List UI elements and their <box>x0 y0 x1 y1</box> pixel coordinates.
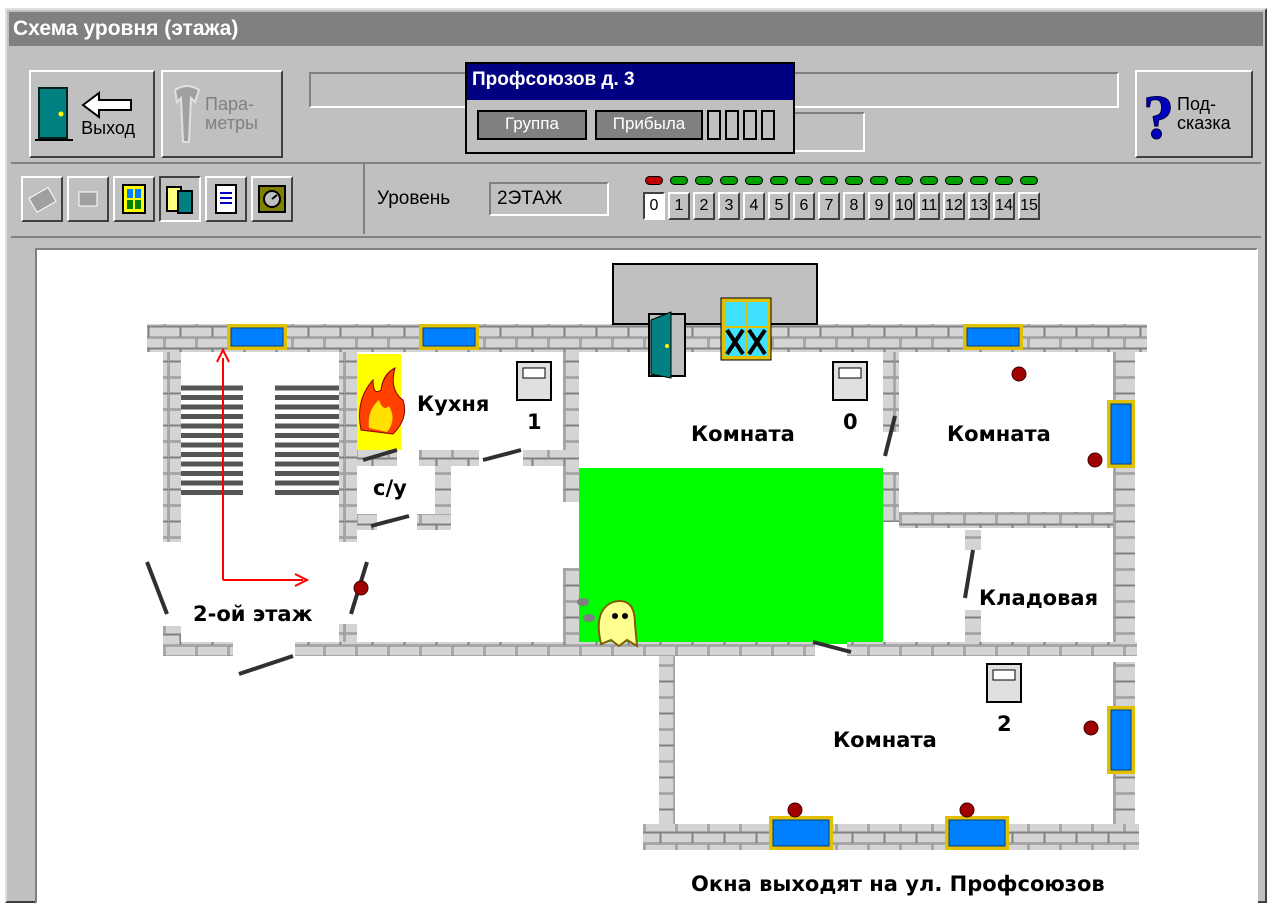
popup-small-button-3[interactable] <box>743 110 757 140</box>
level-button-2[interactable]: 2 <box>693 192 715 220</box>
help-label-2: сказка <box>1177 113 1231 133</box>
level-button-7[interactable]: 7 <box>818 192 840 220</box>
room-label: Комната <box>691 422 795 446</box>
level-button-15[interactable]: 15 <box>1018 192 1040 220</box>
room-label: Комната <box>833 728 937 752</box>
help-button[interactable]: ? Под- сказка <box>1135 70 1253 158</box>
sensors-icon <box>28 186 57 213</box>
window-title: Схема уровня (этажа) <box>9 12 1263 46</box>
parameters-button[interactable]: Пара- метры <box>161 70 283 158</box>
level-label: Уровень <box>377 188 451 209</box>
door-exit-icon <box>35 87 73 141</box>
level-led-9 <box>870 176 888 185</box>
panel-1-label: 1 <box>527 410 542 434</box>
footer-note: Окна выходят на ул. Профсоюзов <box>691 872 1105 896</box>
room-label: Комната <box>947 422 1051 446</box>
level-button-14[interactable]: 14 <box>993 192 1015 220</box>
level-button-0[interactable]: 0 <box>643 192 665 220</box>
arrived-button[interactable]: Прибыла <box>595 110 703 140</box>
level-button-10[interactable]: 10 <box>893 192 915 220</box>
level-led-14 <box>995 176 1013 185</box>
level-led-5 <box>770 176 788 185</box>
object-popup-title: Профсоюзов д. 3 <box>467 64 793 100</box>
divider-2 <box>11 236 1261 238</box>
level-button-9[interactable]: 9 <box>868 192 890 220</box>
exit-button-label: Выход <box>81 117 135 138</box>
kitchen-label: Кухня <box>417 392 490 416</box>
dog-icon <box>78 191 98 207</box>
broken-window-icon <box>720 297 772 361</box>
level-led-3 <box>720 176 738 185</box>
tool-disabled-2-button[interactable] <box>67 176 109 222</box>
safe-lock-icon <box>258 185 286 213</box>
level-button-3[interactable]: 3 <box>718 192 740 220</box>
tool-disabled-1-button[interactable] <box>21 176 63 222</box>
level-button-13[interactable]: 13 <box>968 192 990 220</box>
document-icon <box>215 184 237 214</box>
level-led-7 <box>820 176 838 185</box>
doors-icon <box>166 186 193 214</box>
level-led-8 <box>845 176 863 185</box>
popup-small-button-4[interactable] <box>761 110 775 140</box>
level-button-4[interactable]: 4 <box>743 192 765 220</box>
divider <box>11 162 1261 164</box>
floor-plan-canvas: Кухня 1 с/у 2-ой этаж Комната 0 Комната … <box>35 248 1258 904</box>
level-button-11[interactable]: 11 <box>918 192 940 220</box>
help-label-1: Под- <box>1177 94 1217 114</box>
level-button-5[interactable]: 5 <box>768 192 790 220</box>
level-button-12[interactable]: 12 <box>943 192 965 220</box>
level-led-6 <box>795 176 813 185</box>
popup-small-button-1[interactable] <box>707 110 721 140</box>
popup-small-button-2[interactable] <box>725 110 739 140</box>
exit-button[interactable]: Выход <box>29 70 155 158</box>
floor-label: 2-ой этаж <box>193 602 313 626</box>
level-led-11 <box>920 176 938 185</box>
floor-plan-window: Схема уровня (этажа) Выход Пара- метры ?… <box>5 8 1267 904</box>
tool-window-button[interactable] <box>113 176 155 222</box>
level-led-1 <box>670 176 688 185</box>
panel-2-label: 2 <box>997 712 1012 736</box>
level-led-13 <box>970 176 988 185</box>
parameters-label-2: метры <box>205 113 258 133</box>
tool-document-button[interactable] <box>205 176 247 222</box>
svg-text:?: ? <box>1143 84 1174 146</box>
object-popup: Профсоюзов д. 3 Группа Прибыла <box>465 62 795 154</box>
level-value-field: 2ЭТАЖ <box>489 182 609 216</box>
group-button[interactable]: Группа <box>477 110 587 140</box>
storage-label: Кладовая <box>979 586 1099 610</box>
window-icon <box>122 184 146 214</box>
level-led-4 <box>745 176 763 185</box>
panel-0-label: 0 <box>843 410 858 434</box>
level-button-8[interactable]: 8 <box>843 192 865 220</box>
open-door-icon <box>648 311 686 379</box>
level-button-6[interactable]: 6 <box>793 192 815 220</box>
level-button-1[interactable]: 1 <box>668 192 690 220</box>
wrench-icon <box>173 85 201 143</box>
tool-doors-button[interactable] <box>159 176 201 222</box>
level-led-10 <box>895 176 913 185</box>
floor-plan-drawing <box>145 263 1147 850</box>
level-led-15 <box>1020 176 1038 185</box>
toolbar-separator <box>363 164 365 234</box>
question-mark-icon: ? <box>1143 84 1175 147</box>
parameters-label-1: Пара- <box>205 94 254 114</box>
bathroom-label: с/у <box>373 476 407 500</box>
tool-safe-button[interactable] <box>251 176 293 222</box>
level-led-0 <box>645 176 663 185</box>
level-led-2 <box>695 176 713 185</box>
arrow-left-icon <box>81 90 132 119</box>
level-led-12 <box>945 176 963 185</box>
